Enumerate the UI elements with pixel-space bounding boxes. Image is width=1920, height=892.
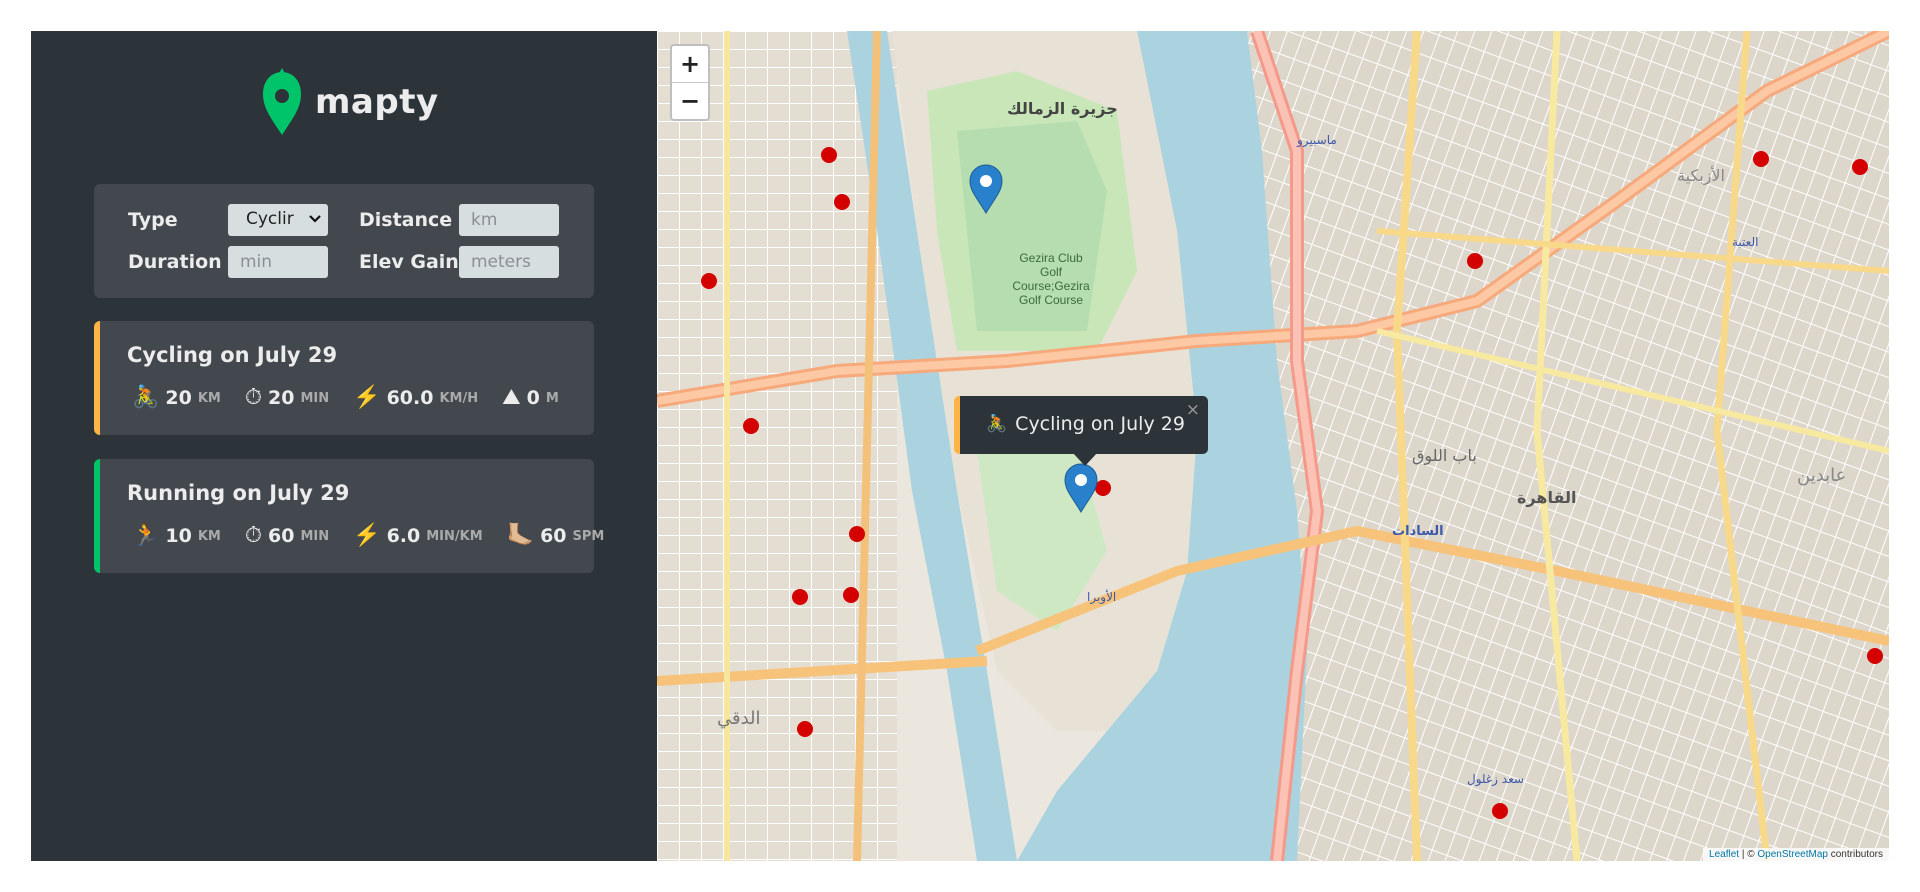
logo: mapty [263, 68, 439, 136]
label-zamalek: جزيرة الزمالك [1007, 99, 1118, 118]
bicycle-icon: 🚴 [986, 414, 1008, 434]
zoom-out-button[interactable]: − [672, 82, 708, 119]
elev-gain-label: Elev Gain [359, 251, 459, 273]
workout-details: 🚴 20 km ⏱ 20 min ⚡️ 60.0 km/h ⛰ 0 m [132, 385, 583, 410]
pace-value: 6.0 [386, 525, 421, 547]
map-marker-icon[interactable] [1064, 463, 1098, 513]
elevation-unit: m [545, 390, 559, 406]
workout-speed: ⚡️ 60.0 km/h [353, 385, 479, 410]
workout-duration: ⏱ 60 min [244, 523, 330, 548]
duration-value: 60 [268, 525, 295, 547]
zoom-control: + − [670, 44, 710, 121]
stopwatch-icon: ⏱ [244, 385, 263, 410]
workout-cadence: 🦶🏼 60 spm [506, 523, 605, 548]
label-sadat: السادات [1392, 524, 1444, 539]
label-ataba: العتبة [1732, 235, 1758, 249]
duration-unit: min [300, 390, 330, 406]
map-tiles[interactable]: جزيرة الزمالك القاهرة السادات الأوبرا ما… [657, 31, 1889, 861]
duration-unit: min [300, 528, 330, 544]
speed-value: 60.0 [386, 387, 434, 409]
elevation-value: 0 [526, 387, 540, 409]
label-maspero: ماسبيرو [1296, 133, 1337, 148]
map-marker-icon[interactable] [969, 164, 1003, 214]
cadence-value: 60 [540, 525, 567, 547]
workout-elevation: ⛰ 0 m [502, 385, 559, 410]
workout-distance: 🚴 20 km [132, 385, 221, 410]
popup-tip [1072, 452, 1098, 466]
foot-icon: 🦶🏼 [506, 523, 535, 548]
attribution-separator: | © [1739, 849, 1758, 860]
label-ezbekiya: الأزبكية [1677, 165, 1725, 186]
sidebar: mapty Type Cyclir Distance Duration Elev… [31, 31, 657, 861]
speed-unit: km/h [439, 390, 479, 406]
app: mapty Type Cyclir Distance Duration Elev… [31, 31, 1889, 861]
workout-popup[interactable]: 🚴 Cycling on July 29 × [954, 396, 1208, 466]
workout-pace: ⚡️ 6.0 min/km [353, 523, 483, 548]
map-attribution: Leaflet | © OpenStreetMap contributors [1703, 848, 1889, 861]
duration-input[interactable] [228, 246, 328, 278]
osm-link[interactable]: OpenStreetMap [1757, 849, 1828, 860]
workout-details: 🏃 10 km ⏱ 60 min ⚡️ 6.0 min/km 🦶🏼 60 [132, 523, 628, 548]
label-bab-louq: باب اللوق [1412, 446, 1477, 466]
distance-label: Distance [359, 209, 453, 231]
lightning-icon: ⚡️ [353, 385, 381, 410]
chevron-down-icon [308, 210, 322, 228]
workout-distance: 🏃 10 km [132, 523, 221, 548]
pace-unit: min/km [426, 528, 483, 544]
label-opera: الأوبرا [1087, 589, 1116, 605]
map[interactable]: جزيرة الزمالك القاهرة السادات الأوبرا ما… [657, 31, 1889, 861]
workout-cycling[interactable]: Cycling on July 29 🚴 20 km ⏱ 20 min ⚡️ 6… [94, 321, 594, 435]
elev-gain-input[interactable] [459, 246, 559, 278]
workout-running[interactable]: Running on July 29 🏃 10 km ⏱ 60 min ⚡️ 6… [94, 459, 604, 573]
type-select[interactable]: Cyclir [228, 204, 328, 236]
label-golf-course: Gezira Club Golf Course;Gezira Golf Cour… [1012, 251, 1090, 307]
zoom-in-button[interactable]: + [672, 46, 708, 82]
logo-text: mapty [315, 82, 439, 122]
attribution-suffix: contributors [1827, 849, 1883, 860]
label-saad: سعد زغلول [1467, 772, 1524, 787]
popup-content: 🚴 Cycling on July 29 [986, 413, 1185, 435]
workout-title: Running on July 29 [127, 481, 350, 505]
cadence-unit: spm [572, 528, 605, 544]
lightning-icon: ⚡️ [353, 523, 381, 548]
stopwatch-icon: ⏱ [244, 523, 263, 548]
map-pin-logo-icon [263, 68, 301, 135]
leaflet-link[interactable]: Leaflet [1709, 849, 1739, 860]
distance-value: 20 [165, 387, 192, 409]
runner-icon: 🏃 [132, 523, 160, 548]
duration-value: 20 [268, 387, 295, 409]
workout-duration: ⏱ 20 min [244, 385, 330, 410]
distance-unit: km [197, 390, 221, 406]
popup-text: Cycling on July 29 [1015, 413, 1185, 435]
distance-value: 10 [165, 525, 192, 547]
workout-form: Type Cyclir Distance Duration Elev Gain [94, 184, 594, 298]
close-icon[interactable]: × [1186, 400, 1200, 420]
label-abdeen: عابدين [1797, 465, 1846, 486]
type-select-value: Cyclir [246, 209, 294, 229]
type-label: Type [128, 209, 178, 231]
distance-input[interactable] [459, 204, 559, 236]
distance-unit: km [197, 528, 221, 544]
workout-title: Cycling on July 29 [127, 343, 338, 367]
label-dokki: الدقي [717, 708, 761, 729]
label-tahrir: القاهرة [1517, 488, 1577, 507]
mountain-icon: ⛰ [502, 385, 521, 410]
bicycle-icon: 🚴 [132, 385, 160, 410]
duration-label: Duration [128, 251, 222, 273]
